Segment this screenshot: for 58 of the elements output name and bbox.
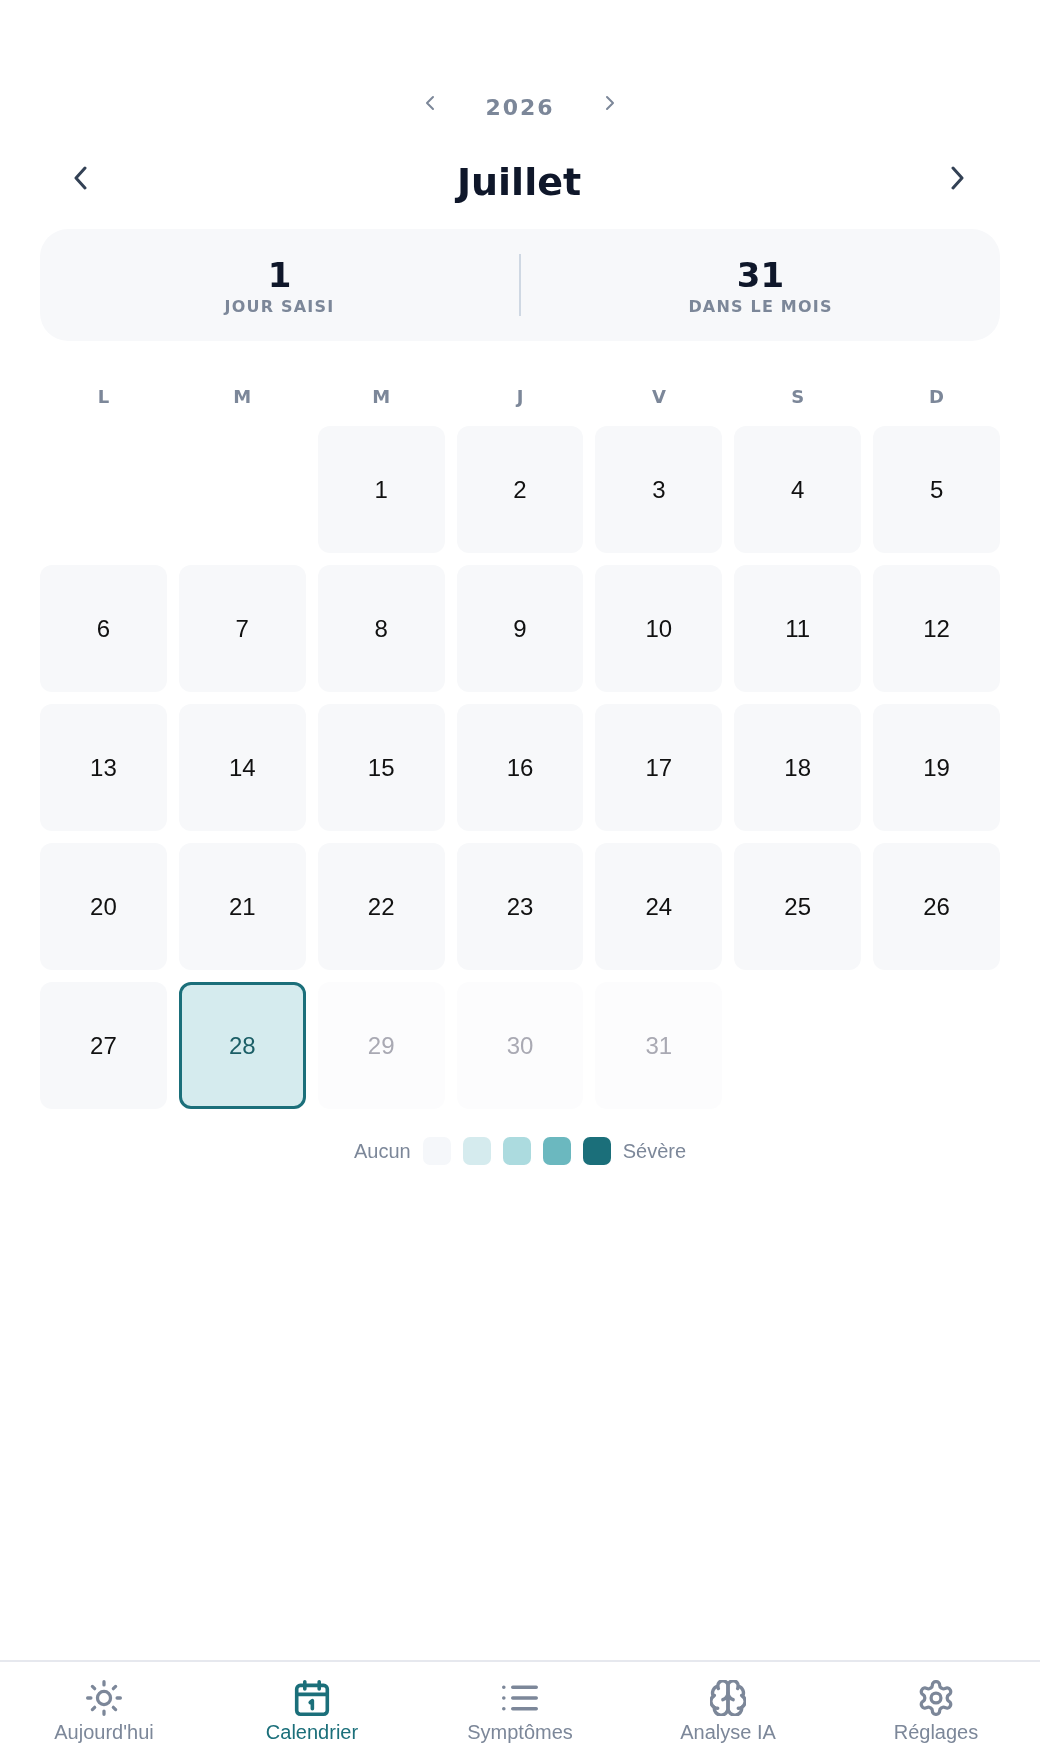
gear-icon [918,1680,954,1716]
day-cell[interactable]: 28 [178,982,306,1109]
day-cell[interactable]: 23 [456,843,584,970]
day-cell[interactable]: 22 [317,843,445,970]
weekday-label: M [371,385,392,409]
day-cell[interactable]: 7 [178,565,306,692]
day-cell[interactable]: 15 [317,704,445,831]
stat-value: 31 [736,254,785,295]
previous-year-button[interactable] [423,93,437,113]
stat-value: 1 [267,254,292,295]
weekday-label: L [96,385,111,409]
day-cell[interactable]: 25 [734,843,862,970]
year-label: 2026 [484,93,556,120]
weekday-label: M [232,385,253,409]
chevron-left-icon [74,166,88,190]
day-cell[interactable]: 8 [317,565,445,692]
day-cell[interactable]: 9 [456,565,584,692]
day-cell[interactable]: 24 [595,843,723,970]
weekday-label: J [514,385,525,409]
day-cell[interactable]: 2 [456,426,584,553]
day-cell[interactable]: 21 [178,843,306,970]
sun-icon [86,1680,122,1716]
nav-tab[interactable]: Analyse IA [624,1662,832,1760]
stat-label: DANS LE MOIS [688,296,833,316]
stat-label: JOUR SAISI [224,296,335,316]
day-cell[interactable]: 11 [734,565,862,692]
legend-high-label: Sévère [622,1139,687,1163]
day-cell[interactable]: 14 [178,704,306,831]
weekday-label: S [790,385,806,409]
weekday-label: D [928,385,946,409]
day-cell[interactable]: 26 [873,843,1000,970]
chevron-left-icon [425,95,435,111]
chevron-right-icon [605,95,615,111]
nav-tab[interactable]: Calendrier [208,1662,416,1760]
day-cell[interactable]: 6 [40,565,167,692]
day-cell[interactable]: 19 [873,704,1000,831]
day-cell[interactable]: 17 [595,704,723,831]
nav-tab[interactable]: Réglages [832,1662,1040,1760]
day-cell[interactable]: 4 [734,426,862,553]
calendar-icon [294,1680,330,1716]
month-title: Juillet [456,159,582,204]
day-cell[interactable]: 10 [595,565,723,692]
chevron-right-icon [950,166,964,190]
day-cell[interactable]: 3 [595,426,723,553]
day-cell[interactable]: 16 [456,704,584,831]
brain-icon [710,1680,746,1716]
nav-tab[interactable]: Symptômes [416,1662,624,1760]
day-cell[interactable]: 20 [40,843,167,970]
day-cell[interactable]: 27 [40,982,167,1109]
legend-low-label: Aucun [353,1139,411,1163]
nav-tab[interactable]: Aujourd'hui [0,1662,208,1760]
weekday-label: V [650,385,667,409]
day-cell[interactable]: 1 [317,426,445,553]
day-cell[interactable]: 18 [734,704,862,831]
day-cell[interactable]: 13 [40,704,167,831]
next-year-button[interactable] [603,93,617,113]
day-cell[interactable]: 5 [873,426,1000,553]
day-cell[interactable]: 12 [873,565,1000,692]
